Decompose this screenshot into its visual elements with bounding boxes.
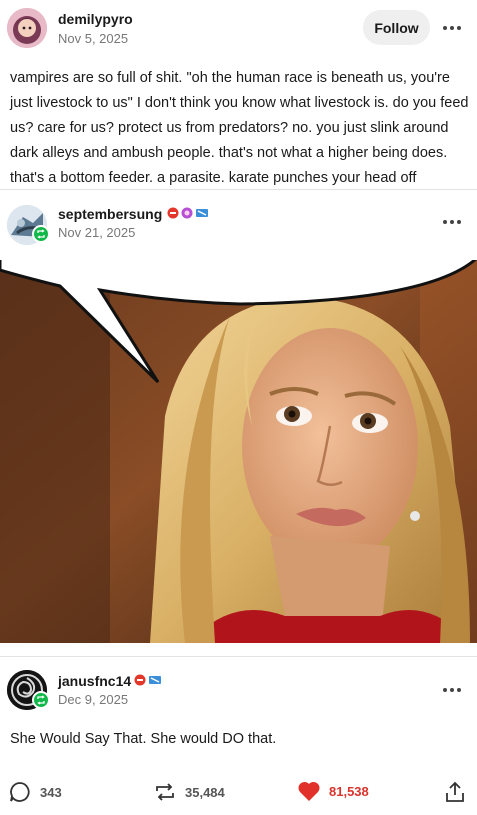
divider xyxy=(0,656,477,657)
follow-button[interactable]: Follow xyxy=(363,10,430,45)
more-icon xyxy=(443,26,447,30)
reply-icon xyxy=(10,782,30,802)
badge-icon xyxy=(196,209,208,217)
reblog-indicator-icon xyxy=(32,691,50,709)
more-icon xyxy=(443,688,447,692)
reblog-icon xyxy=(156,783,174,801)
reblog-username[interactable]: septembersung xyxy=(58,206,162,222)
user-badges xyxy=(134,674,162,686)
badge-icon xyxy=(149,676,161,684)
like-count: 81,538 xyxy=(329,783,369,799)
divider xyxy=(0,189,477,190)
badge-icon xyxy=(181,207,193,219)
more-icon xyxy=(443,220,447,224)
share-button[interactable] xyxy=(444,780,466,804)
post-username[interactable]: demilypyro xyxy=(58,11,133,27)
heart-icon xyxy=(298,781,320,801)
post-body-text: vampires are so full of shit. "oh the hu… xyxy=(10,70,469,186)
more-options-button[interactable] xyxy=(440,212,464,232)
share-icon xyxy=(446,781,464,802)
reply-count: 343 xyxy=(40,784,62,800)
replies-button[interactable]: 343 xyxy=(8,780,62,804)
reblog-date[interactable]: Dec 9, 2025 xyxy=(58,692,128,707)
avatar-demilypyro[interactable] xyxy=(7,8,47,48)
reblog-date[interactable]: Nov 21, 2025 xyxy=(58,225,135,240)
reblog-button[interactable]: 35,484 xyxy=(153,780,225,804)
reblog-indicator-icon xyxy=(32,225,50,243)
more-options-button[interactable] xyxy=(440,680,464,700)
reblog-comment-text: She Would Say That. She would DO that. xyxy=(10,731,277,747)
reblog-username[interactable]: janusfnc14 xyxy=(58,673,131,689)
post-date[interactable]: Nov 5, 2025 xyxy=(58,31,128,46)
more-options-button[interactable] xyxy=(440,18,464,38)
like-button[interactable]: 81,538 xyxy=(297,780,369,802)
reblog-image[interactable] xyxy=(0,256,477,643)
user-badges xyxy=(167,207,209,219)
reblog-count: 35,484 xyxy=(185,784,225,800)
badge-icon xyxy=(134,674,146,686)
badge-icon xyxy=(167,207,179,219)
